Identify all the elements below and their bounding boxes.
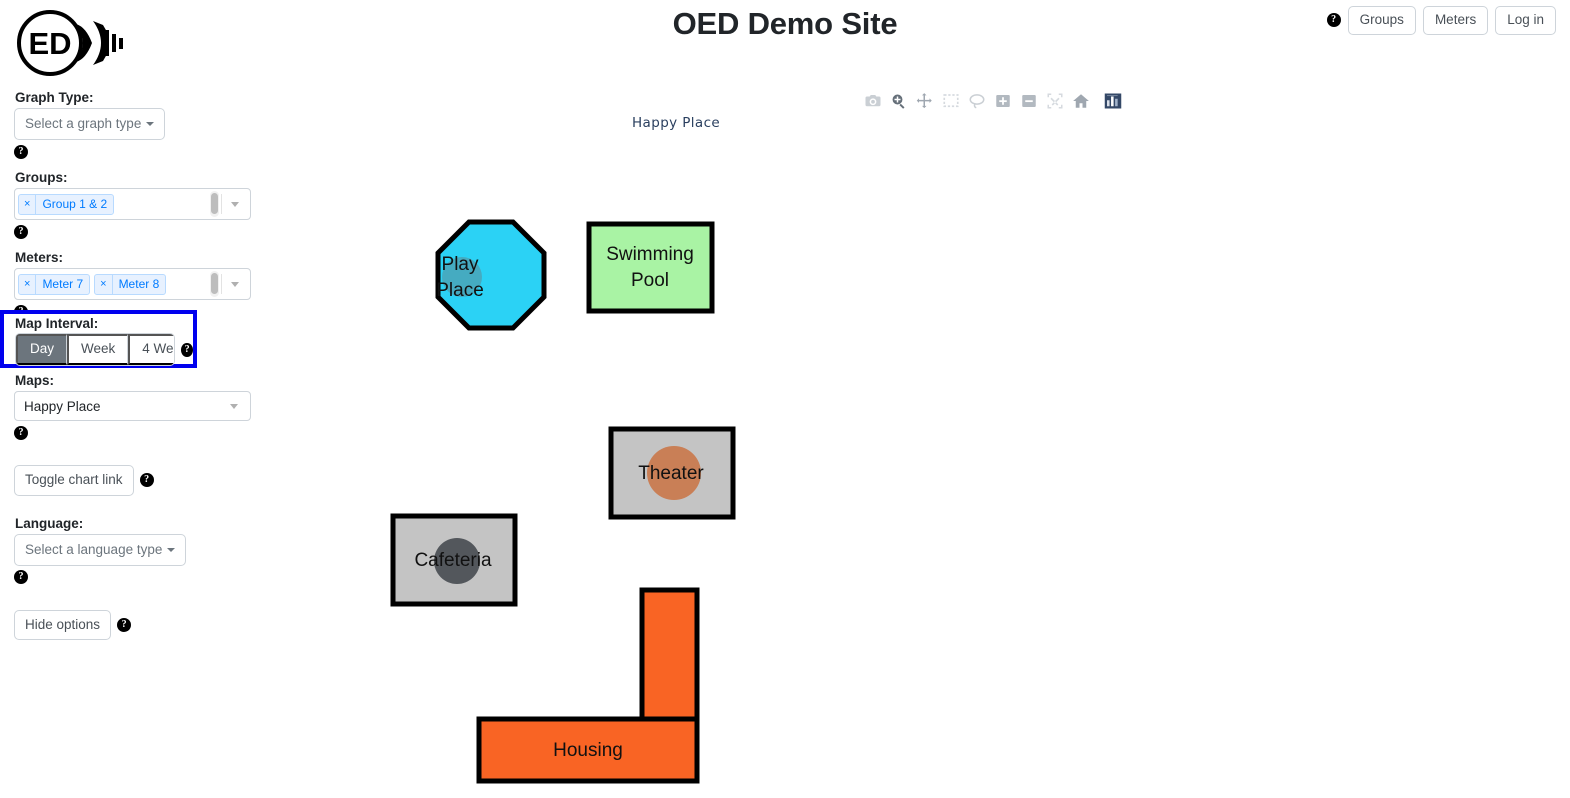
play-place-meter-marker[interactable] bbox=[442, 257, 482, 297]
graph-type-help-icon[interactable]: ? bbox=[14, 144, 28, 159]
groups-help-icon[interactable]: ? bbox=[14, 224, 28, 239]
housing-tower-segment[interactable] bbox=[639, 587, 700, 723]
chevron-down-icon bbox=[167, 547, 176, 552]
map-interval-group: Map Interval: Day Week 4 Weeks ? bbox=[0, 310, 197, 368]
swimming-pool-shape[interactable] bbox=[586, 221, 715, 314]
groups-nav-button[interactable]: Groups bbox=[1347, 6, 1416, 35]
app-root: ED OED Demo Site ? Groups Meters Log in … bbox=[0, 0, 1570, 798]
graph-type-select[interactable]: Select a graph type bbox=[14, 108, 166, 140]
meters-scrollbar[interactable] bbox=[210, 271, 219, 297]
meters-scrollbar-thumb[interactable] bbox=[211, 273, 218, 294]
hide-options-help-icon[interactable]: ? bbox=[117, 617, 132, 632]
chevron-down-icon bbox=[230, 403, 238, 409]
graph-type-group: Graph Type: Select a graph type ? bbox=[14, 90, 276, 161]
maps-help-row: ? bbox=[14, 424, 276, 442]
remove-icon[interactable]: × bbox=[19, 274, 37, 294]
groups-scrollbar-thumb[interactable] bbox=[211, 193, 218, 214]
maps-selected-value: Happy Place bbox=[24, 398, 101, 414]
language-label: Language: bbox=[15, 515, 84, 531]
toggle-chart-link-group: Toggle chart link ? bbox=[14, 465, 276, 496]
meters-dropdown-arrow[interactable] bbox=[222, 281, 248, 287]
remove-icon[interactable]: × bbox=[19, 194, 37, 214]
meters-pill-label: Meter 8 bbox=[118, 277, 160, 291]
meters-nav-button[interactable]: Meters bbox=[1422, 6, 1489, 35]
groups-pill-label: Group 1 & 2 bbox=[42, 197, 108, 211]
map-svg[interactable]: Play Place Swimming Pool Theater Cafeter… bbox=[286, 88, 1556, 788]
chevron-down-icon bbox=[231, 201, 239, 207]
graph-type-label: Graph Type: bbox=[15, 90, 94, 105]
building-cafeteria[interactable]: Cafeteria bbox=[390, 513, 518, 607]
maps-group: Maps: Happy Place ? bbox=[14, 373, 276, 442]
maps-select[interactable]: Happy Place bbox=[14, 391, 251, 421]
groups-select[interactable]: × Group 1 & 2 bbox=[14, 188, 251, 220]
hide-options-group: Hide options ? bbox=[14, 609, 276, 640]
login-nav-button[interactable]: Log in bbox=[1495, 6, 1556, 35]
header-nav: ? Groups Meters Log in bbox=[1326, 6, 1556, 35]
maps-help-icon[interactable]: ? bbox=[14, 425, 28, 440]
groups-selected-values: × Group 1 & 2 bbox=[18, 193, 210, 215]
theater-meter-marker[interactable] bbox=[647, 446, 701, 500]
map-interval-help-icon[interactable]: ? bbox=[181, 342, 193, 357]
meters-pill-label: Meter 7 bbox=[42, 277, 84, 291]
map-interval-day-button[interactable]: Day bbox=[16, 334, 68, 366]
meters-pill[interactable]: × Meter 8 bbox=[94, 273, 167, 295]
toggle-chart-link-button[interactable]: Toggle chart link bbox=[14, 465, 134, 496]
meters-pill[interactable]: × Meter 7 bbox=[18, 273, 91, 295]
chevron-down-icon bbox=[146, 122, 155, 126]
graph-type-placeholder: Select a graph type bbox=[25, 116, 142, 131]
map-interval-4weeks-button[interactable]: 4 Weeks bbox=[128, 334, 175, 366]
meters-select[interactable]: × Meter 7 × Meter 8 bbox=[14, 268, 251, 300]
map-interval-button-group: Day Week 4 Weeks bbox=[15, 333, 176, 367]
language-group: Language: Select a language type ? bbox=[14, 516, 276, 587]
chevron-down-icon bbox=[231, 281, 239, 287]
language-select[interactable]: Select a language type bbox=[14, 533, 187, 566]
hide-options-button[interactable]: Hide options bbox=[14, 609, 112, 640]
graph-type-help-row: ? bbox=[14, 143, 276, 161]
cafeteria-meter-marker[interactable] bbox=[434, 538, 480, 584]
groups-scrollbar[interactable] bbox=[210, 191, 219, 217]
meters-selected-values: × Meter 7 × Meter 8 bbox=[18, 273, 210, 295]
groups-group: Groups: × Group 1 & 2 ? bbox=[14, 170, 276, 241]
building-play-place[interactable]: Play Place bbox=[435, 219, 547, 331]
building-housing[interactable]: Housing bbox=[476, 587, 700, 784]
groups-dropdown-arrow[interactable] bbox=[222, 201, 248, 207]
remove-icon[interactable]: × bbox=[95, 274, 113, 294]
language-placeholder: Select a language type bbox=[25, 541, 163, 557]
map-interval-controls: Day Week 4 Weeks ? bbox=[15, 333, 193, 367]
toggle-chart-link-help-icon[interactable]: ? bbox=[139, 473, 154, 488]
housing-base-segment[interactable] bbox=[476, 716, 700, 784]
map-interval-week-button[interactable]: Week bbox=[67, 334, 129, 366]
language-help-row: ? bbox=[14, 569, 276, 587]
language-help-icon[interactable]: ? bbox=[14, 570, 28, 585]
groups-pill[interactable]: × Group 1 & 2 bbox=[18, 193, 115, 215]
meters-label: Meters: bbox=[15, 250, 64, 265]
building-theater[interactable]: Theater bbox=[608, 426, 736, 520]
header-help-icon[interactable]: ? bbox=[1326, 13, 1341, 28]
map-chart-panel: Happy Place Play Place Swimming Pool The… bbox=[286, 88, 1556, 788]
groups-label: Groups: bbox=[15, 170, 68, 185]
maps-label: Maps: bbox=[15, 373, 55, 388]
groups-help-row: ? bbox=[14, 223, 276, 241]
map-interval-label: Map Interval: bbox=[15, 316, 99, 331]
maps-dropdown-arrow[interactable] bbox=[221, 403, 247, 409]
options-sidebar: Graph Type: Select a graph type ? Groups… bbox=[14, 90, 276, 649]
building-swimming-pool[interactable]: Swimming Pool bbox=[586, 221, 715, 314]
